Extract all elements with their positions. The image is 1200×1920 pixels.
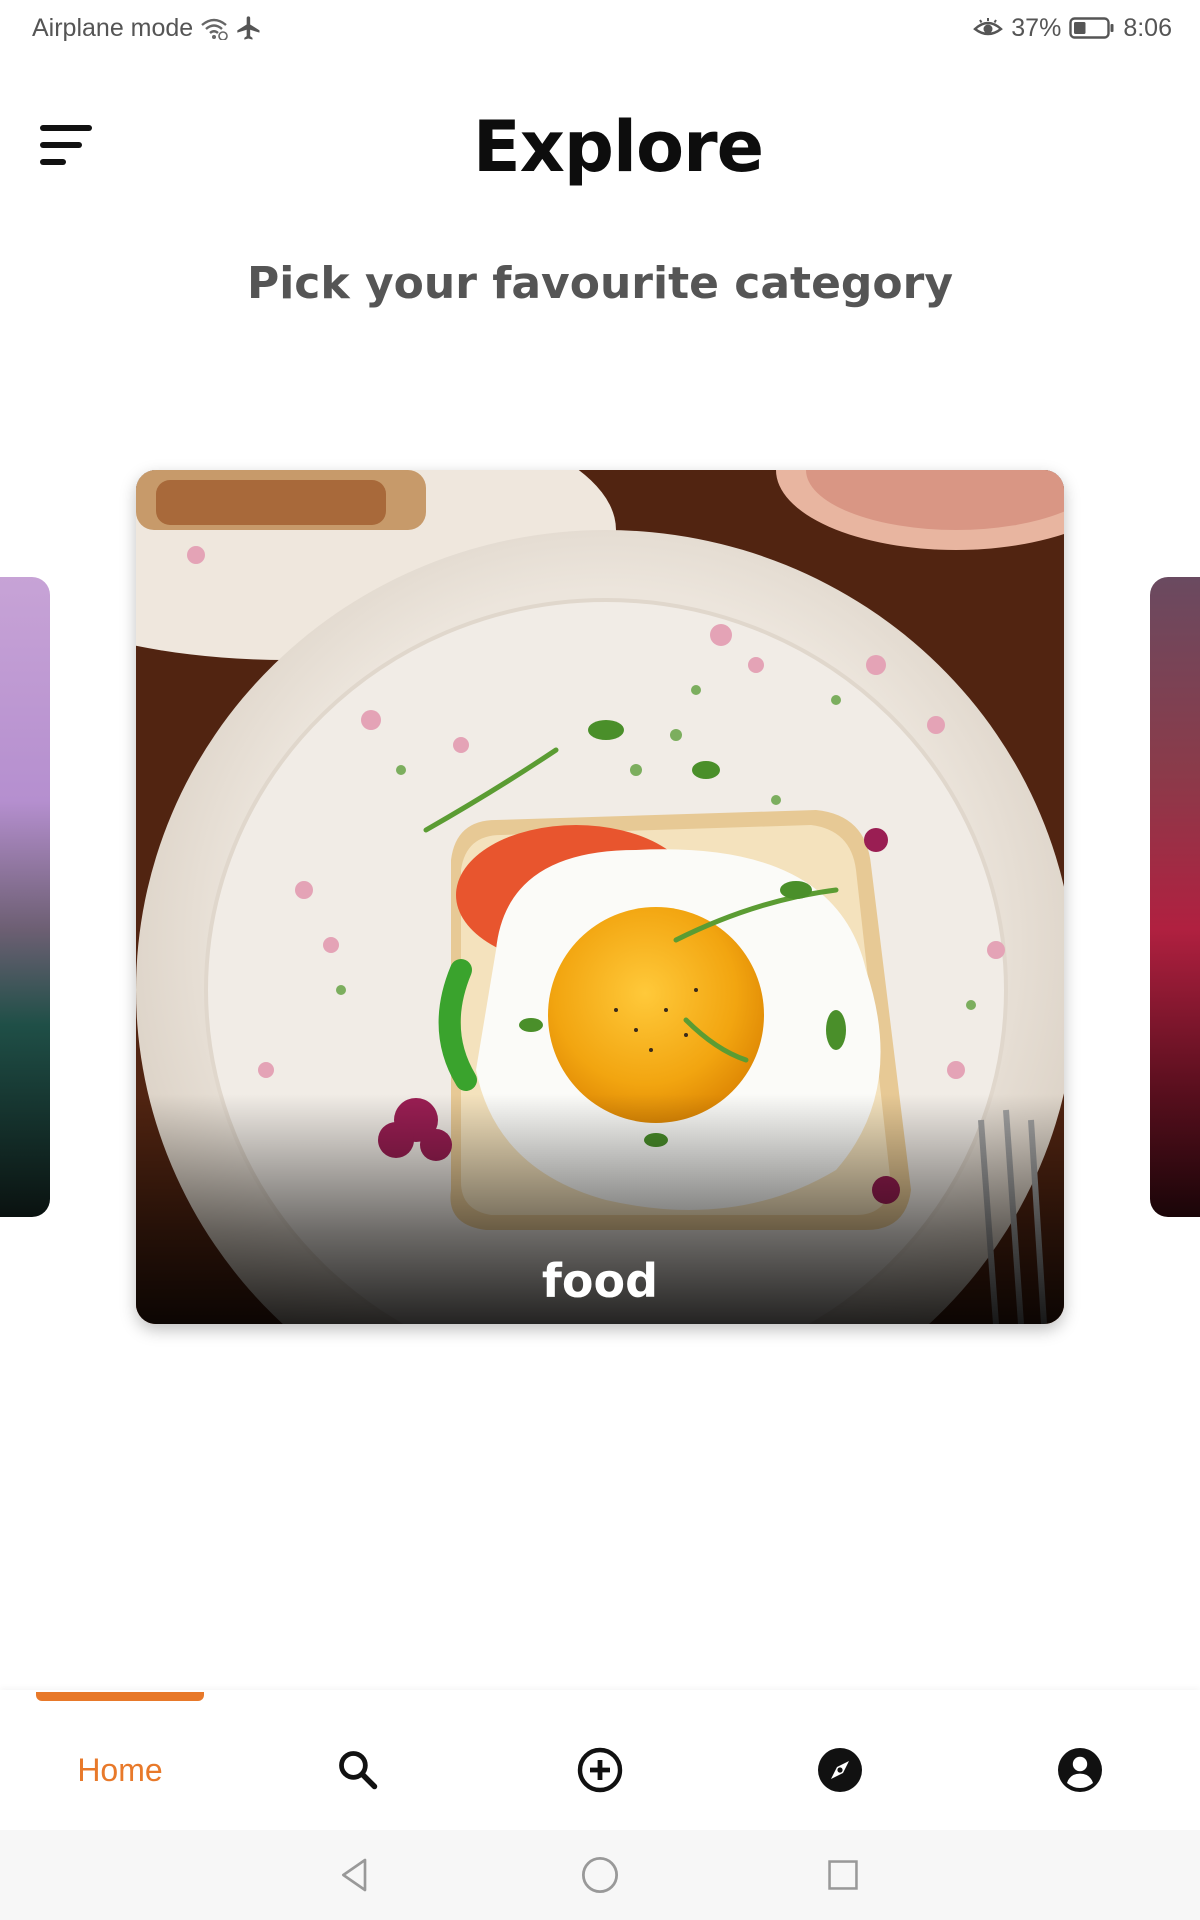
recents-icon[interactable]: [818, 1850, 868, 1900]
category-carousel[interactable]: food: [0, 470, 1200, 1330]
status-left: Airplane mode: [32, 14, 263, 43]
add-circle-icon: [577, 1747, 623, 1793]
nav-home-tab[interactable]: Home: [60, 1730, 180, 1810]
battery-icon: [1069, 16, 1115, 40]
system-navigation-bar: [0, 1830, 1200, 1920]
battery-percent: 37%: [1011, 13, 1062, 42]
previous-category-card[interactable]: [0, 577, 50, 1217]
nav-home-label: Home: [77, 1751, 163, 1788]
compass-icon: [818, 1748, 862, 1792]
clock: 8:06: [1123, 13, 1172, 42]
airplane-mode-label: Airplane mode: [32, 13, 194, 42]
nav-search-tab[interactable]: [298, 1730, 418, 1810]
page-subtitle: Pick your favourite category: [246, 258, 954, 309]
nav-explore-tab[interactable]: [780, 1730, 900, 1810]
category-card-food[interactable]: food: [136, 470, 1064, 1324]
explore-screen: Airplane mode 37% 8:06 Explore Pick your…: [0, 0, 1200, 1920]
page-title: Explore: [472, 106, 764, 188]
bottom-navigation: Home: [0, 1690, 1200, 1830]
airplane-icon: [235, 14, 263, 42]
home-circle-icon[interactable]: [575, 1850, 625, 1900]
category-label: food: [541, 1254, 659, 1308]
next-category-card[interactable]: [1150, 577, 1200, 1217]
nav-add-tab[interactable]: [540, 1730, 660, 1810]
eye-icon: [973, 17, 1004, 39]
back-icon[interactable]: [330, 1850, 380, 1900]
profile-icon: [1058, 1748, 1102, 1792]
search-icon: [339, 1751, 378, 1790]
wifi-icon: [199, 16, 229, 40]
status-bar: Airplane mode 37% 8:06: [0, 0, 1200, 56]
nav-profile-tab[interactable]: [1020, 1730, 1140, 1810]
active-tab-indicator: [36, 1692, 204, 1701]
status-right: 37% 8:06: [973, 14, 1172, 43]
